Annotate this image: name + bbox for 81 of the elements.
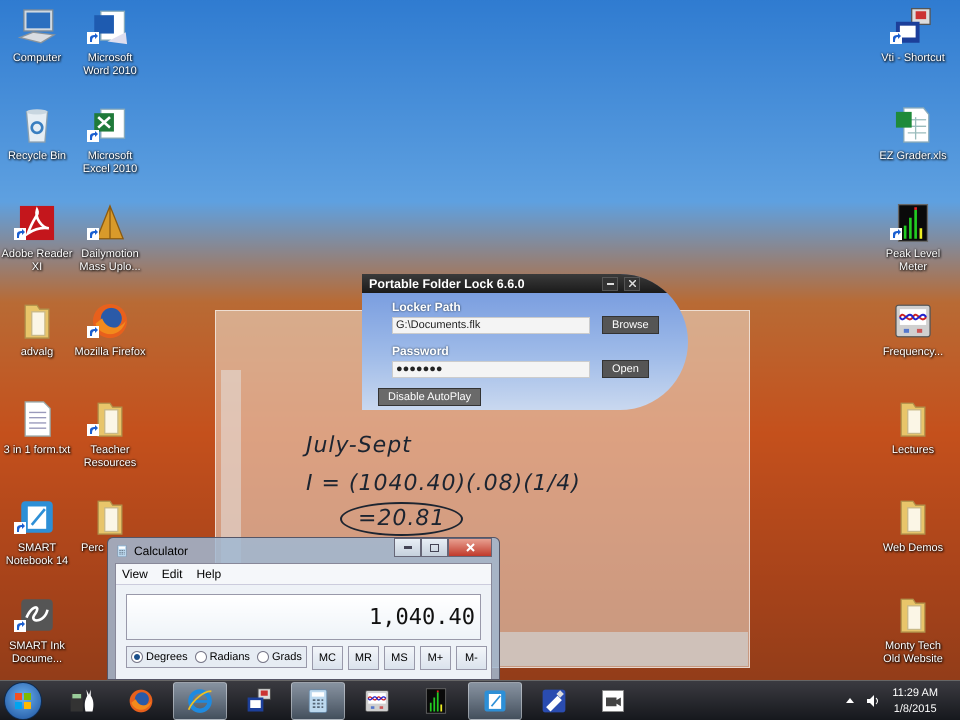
- minimize-button[interactable]: [394, 538, 421, 557]
- icon-label[interactable]: Microsoft Word 2010: [74, 52, 146, 78]
- maximize-button[interactable]: [421, 538, 448, 557]
- window-title: Calculator: [134, 544, 190, 558]
- menu-item[interactable]: Help: [196, 567, 222, 581]
- icon-label[interactable]: advalg: [1, 346, 73, 359]
- shortcut-arrow-icon: [14, 522, 26, 534]
- memory-button[interactable]: MC: [312, 646, 343, 670]
- close-icon: [466, 543, 474, 552]
- autoplay-button[interactable]: Disable AutoPlay: [378, 388, 482, 406]
- shortcut-arrow-icon: [890, 228, 902, 240]
- field-label: Locker Path: [392, 300, 462, 314]
- close-icon: [628, 280, 636, 287]
- icon-label[interactable]: Frequency...: [877, 346, 949, 359]
- icon-label[interactable]: Perc: [81, 542, 104, 555]
- monitor-icon: [245, 686, 273, 714]
- minimize-button[interactable]: [602, 276, 618, 290]
- icon-label[interactable]: Vti - Shortcut: [877, 52, 949, 65]
- windows-logo-icon: [14, 692, 32, 710]
- field-label: Password: [392, 344, 450, 358]
- clock[interactable]: 11:29 AM 1/8/2015: [892, 684, 938, 716]
- start-button[interactable]: [4, 682, 42, 720]
- up-arrow-icon[interactable]: [846, 698, 854, 703]
- radio-button[interactable]: [131, 651, 143, 663]
- icon-label[interactable]: Web Demos: [877, 542, 949, 555]
- icon-label[interactable]: Monty Tech Old Website: [877, 640, 949, 666]
- shortcut-arrow-icon: [87, 326, 99, 338]
- handwritten-text: I = (1040.40)(.08)(1/4): [305, 470, 582, 498]
- shortcut-arrow-icon: [14, 228, 26, 240]
- icon-label[interactable]: Dailymotion Mass Uplo...: [74, 248, 146, 274]
- window-title: Portable Folder Lock 6.6.0: [369, 276, 526, 290]
- icon-label[interactable]: SMART Notebook 14: [1, 542, 73, 568]
- calculator-icon: [68, 686, 96, 714]
- minimize-icon: [404, 546, 412, 549]
- minimize-icon: [606, 282, 614, 284]
- icon-label[interactable]: Peak Level Meter: [877, 248, 949, 274]
- radio-label: Radians: [210, 651, 250, 663]
- taskbar-button[interactable]: [291, 682, 345, 720]
- icon-label[interactable]: Teacher Resources: [74, 444, 146, 470]
- browse-button[interactable]: Browse: [602, 316, 659, 334]
- radio-label: Grads: [272, 651, 302, 663]
- icon-label[interactable]: EZ Grader.xls: [877, 150, 949, 163]
- close-button[interactable]: [624, 276, 640, 290]
- taskbar-button[interactable]: [468, 682, 522, 720]
- icon-label[interactable]: SMART Ink Docume...: [1, 640, 73, 666]
- menu-item[interactable]: View: [122, 567, 148, 581]
- speaker-icon[interactable]: [866, 694, 880, 708]
- calculator-display: 1,040.40: [126, 594, 481, 640]
- memory-button[interactable]: MR: [348, 646, 379, 670]
- shortcut-arrow-icon: [87, 130, 99, 142]
- usb-drive-icon: [540, 686, 568, 714]
- memory-button[interactable]: M+: [420, 646, 451, 670]
- password-field[interactable]: ●●●●●●●: [392, 360, 590, 378]
- clock-date: 1/8/2015: [894, 702, 937, 716]
- maximize-icon: [430, 544, 439, 552]
- icon-label[interactable]: Lectures: [877, 444, 949, 457]
- radio-button[interactable]: [256, 651, 269, 663]
- shortcut-arrow-icon: [87, 424, 99, 436]
- menu-item[interactable]: Edit: [162, 567, 182, 581]
- calculator-icon: [115, 544, 129, 558]
- handwritten-text: July-Sept: [300, 432, 418, 460]
- icon-label[interactable]: Mozilla Firefox: [74, 346, 146, 359]
- memory-button[interactable]: M-: [456, 646, 487, 670]
- radio-label: Degrees: [146, 651, 188, 663]
- browser-icon: [127, 686, 155, 714]
- shortcut-arrow-icon: [87, 228, 99, 240]
- close-button[interactable]: [448, 538, 492, 557]
- shortcut-arrow-icon: [890, 32, 902, 44]
- icon-label[interactable]: 3 in 1 form.txt: [1, 444, 73, 457]
- shortcut-arrow-icon: [14, 620, 26, 632]
- open-button[interactable]: Open: [602, 360, 649, 378]
- icon-label[interactable]: Computer: [1, 52, 73, 65]
- radio-button[interactable]: [194, 651, 207, 663]
- clock-time: 11:29 AM: [892, 686, 938, 700]
- browser-icon: [186, 686, 214, 714]
- icon-label[interactable]: Recycle Bin: [1, 150, 73, 163]
- path-field[interactable]: G:\Documents.flk: [392, 316, 590, 334]
- icon-label[interactable]: Microsoft Excel 2010: [74, 150, 146, 176]
- icon-label[interactable]: Adobe Reader XI: [1, 248, 73, 274]
- memory-button[interactable]: MS: [384, 646, 415, 670]
- shortcut-arrow-icon: [87, 32, 99, 44]
